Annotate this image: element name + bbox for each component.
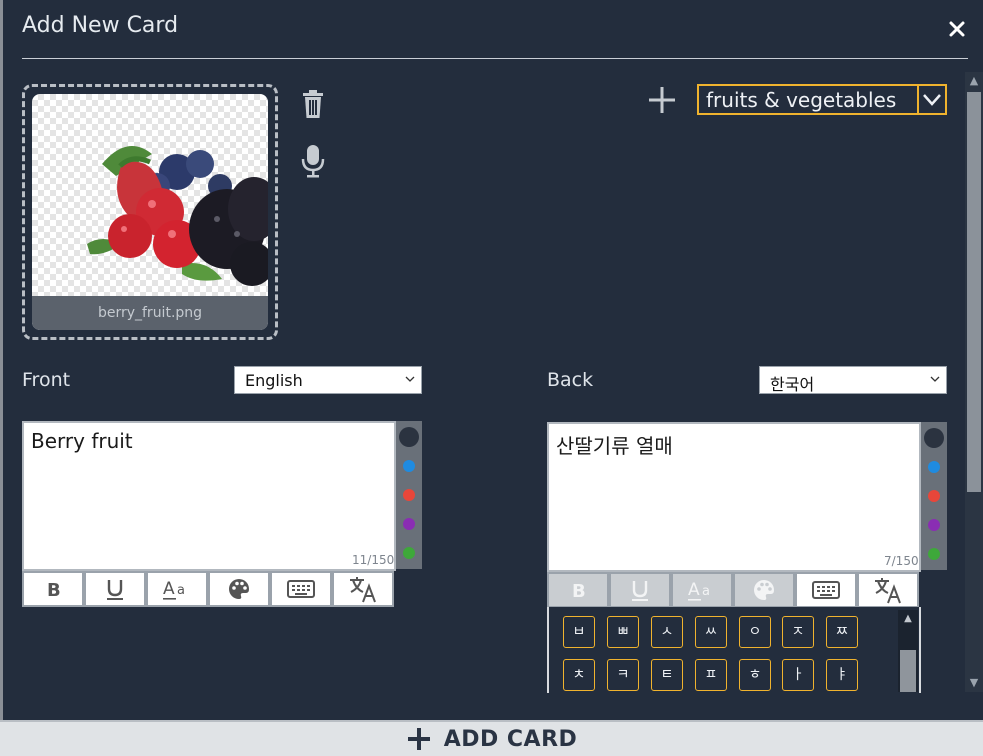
front-language-value: English (245, 371, 303, 390)
scroll-up-icon[interactable]: ▲ (965, 72, 983, 90)
keyboard-key[interactable]: ㅃ (607, 616, 639, 648)
translate-icon (350, 577, 376, 603)
keyboard-key[interactable]: ㅉ (826, 616, 858, 648)
back-text-value: 산딸기류 열매 (556, 434, 673, 458)
keyboard-button[interactable] (270, 571, 332, 607)
back-color-palette (921, 422, 947, 570)
keyboard-key[interactable]: ㅋ (607, 659, 639, 691)
keyboard-button[interactable] (795, 572, 857, 608)
korean-virtual-keyboard: ㅂ ㅃ ㅅ ㅆ ㅇ ㅈ ㅉ ㅊ ㅋ ㅌ ㅍ ㅎ ㅏ ㅑ (547, 607, 921, 693)
svg-text:B: B (572, 581, 586, 600)
keyboard-scrollbar[interactable]: ▲ (898, 610, 918, 692)
card-image: berry_fruit.png (32, 94, 268, 330)
back-text-input[interactable]: 산딸기류 열매 (547, 422, 921, 572)
font-size-icon: Aa (163, 579, 185, 600)
underline-icon (632, 581, 648, 601)
palette-button[interactable] (733, 572, 795, 608)
keyboard-scroll-thumb[interactable] (900, 650, 916, 692)
keyboard-key[interactable]: ㅈ (782, 616, 814, 648)
close-icon[interactable] (946, 18, 968, 40)
keyboard-key[interactable]: ㅌ (651, 659, 683, 691)
color-purple-swatch[interactable] (403, 518, 415, 530)
color-blue-swatch[interactable] (403, 460, 415, 472)
front-label: Front (22, 369, 71, 391)
chevron-down-icon (405, 376, 415, 382)
keyboard-key[interactable]: ㅏ (782, 659, 814, 691)
back-language-select[interactable]: 한국어 (759, 366, 947, 394)
svg-text:a: a (702, 584, 710, 599)
back-format-toolbar: B Aa (547, 572, 919, 608)
dialog-title: Add New Card (22, 13, 179, 38)
keyboard-key[interactable]: ㅊ (563, 659, 595, 691)
font-size-button[interactable]: Aa (671, 572, 733, 608)
keyboard-key[interactable]: ㅂ (563, 616, 595, 648)
svg-text:a: a (177, 583, 185, 598)
color-red-swatch[interactable] (928, 490, 940, 502)
image-filename: berry_fruit.png (32, 296, 268, 330)
font-size-button[interactable]: Aa (146, 571, 208, 607)
chevron-down-icon (930, 376, 940, 382)
color-green-swatch[interactable] (928, 548, 940, 560)
scroll-up-icon[interactable]: ▲ (898, 610, 918, 628)
bold-icon: B (47, 580, 61, 599)
svg-text:A: A (688, 580, 700, 600)
deck-select-value: fruits & vegetables (706, 88, 897, 112)
left-edge (0, 0, 3, 720)
title-divider (22, 58, 968, 59)
underline-button[interactable] (609, 572, 671, 608)
translate-icon (875, 578, 901, 604)
keyboard-key[interactable]: ㅇ (739, 616, 771, 648)
add-card-button[interactable]: ADD CARD (0, 720, 983, 756)
keyboard-key[interactable]: ㅑ (826, 659, 858, 691)
front-language-select[interactable]: English (234, 366, 422, 394)
front-text-value: Berry fruit (31, 429, 133, 453)
front-format-toolbar: B Aa (22, 571, 394, 607)
color-red-swatch[interactable] (403, 489, 415, 501)
keyboard-key[interactable]: ㅅ (651, 616, 683, 648)
scroll-thumb[interactable] (967, 92, 981, 492)
translate-button[interactable] (857, 572, 919, 608)
keyboard-icon (287, 580, 315, 598)
keyboard-icon (812, 581, 840, 599)
underline-icon (107, 580, 123, 600)
font-size-icon: Aa (688, 580, 710, 601)
keyboard-key[interactable]: ㅍ (695, 659, 727, 691)
palette-icon (754, 580, 774, 600)
color-dark-swatch[interactable] (924, 428, 944, 448)
keyboard-key[interactable]: ㅎ (739, 659, 771, 691)
keyboard-key[interactable]: ㅆ (695, 616, 727, 648)
back-language-value: 한국어 (770, 375, 815, 394)
svg-text:B: B (47, 580, 61, 599)
chevron-down-icon[interactable] (917, 86, 945, 113)
add-deck-icon[interactable] (646, 84, 678, 116)
underline-button[interactable] (84, 571, 146, 607)
color-blue-swatch[interactable] (928, 461, 940, 473)
image-dropzone[interactable]: berry_fruit.png (22, 84, 278, 340)
back-label: Back (547, 369, 594, 391)
bold-button[interactable]: B (22, 571, 84, 607)
front-color-palette (396, 421, 422, 569)
front-text-input[interactable]: Berry fruit (22, 421, 396, 571)
bold-icon: B (572, 581, 586, 600)
plus-icon (407, 728, 430, 750)
trash-icon[interactable] (300, 88, 326, 120)
color-purple-swatch[interactable] (928, 519, 940, 531)
svg-text:A: A (163, 579, 175, 599)
palette-icon (229, 579, 249, 599)
front-char-counter: 11/150 (352, 553, 395, 567)
bold-button[interactable]: B (547, 572, 609, 608)
color-green-swatch[interactable] (403, 547, 415, 559)
deck-select[interactable]: fruits & vegetables (697, 84, 947, 115)
scroll-down-icon[interactable]: ▼ (965, 674, 983, 692)
palette-button[interactable] (208, 571, 270, 607)
translate-button[interactable] (332, 571, 394, 607)
microphone-icon[interactable] (300, 143, 326, 179)
dialog-scrollbar[interactable]: ▲ ▼ (965, 72, 983, 692)
color-dark-swatch[interactable] (399, 427, 419, 447)
back-char-counter: 7/150 (884, 554, 919, 568)
add-card-label: ADD CARD (443, 726, 578, 752)
